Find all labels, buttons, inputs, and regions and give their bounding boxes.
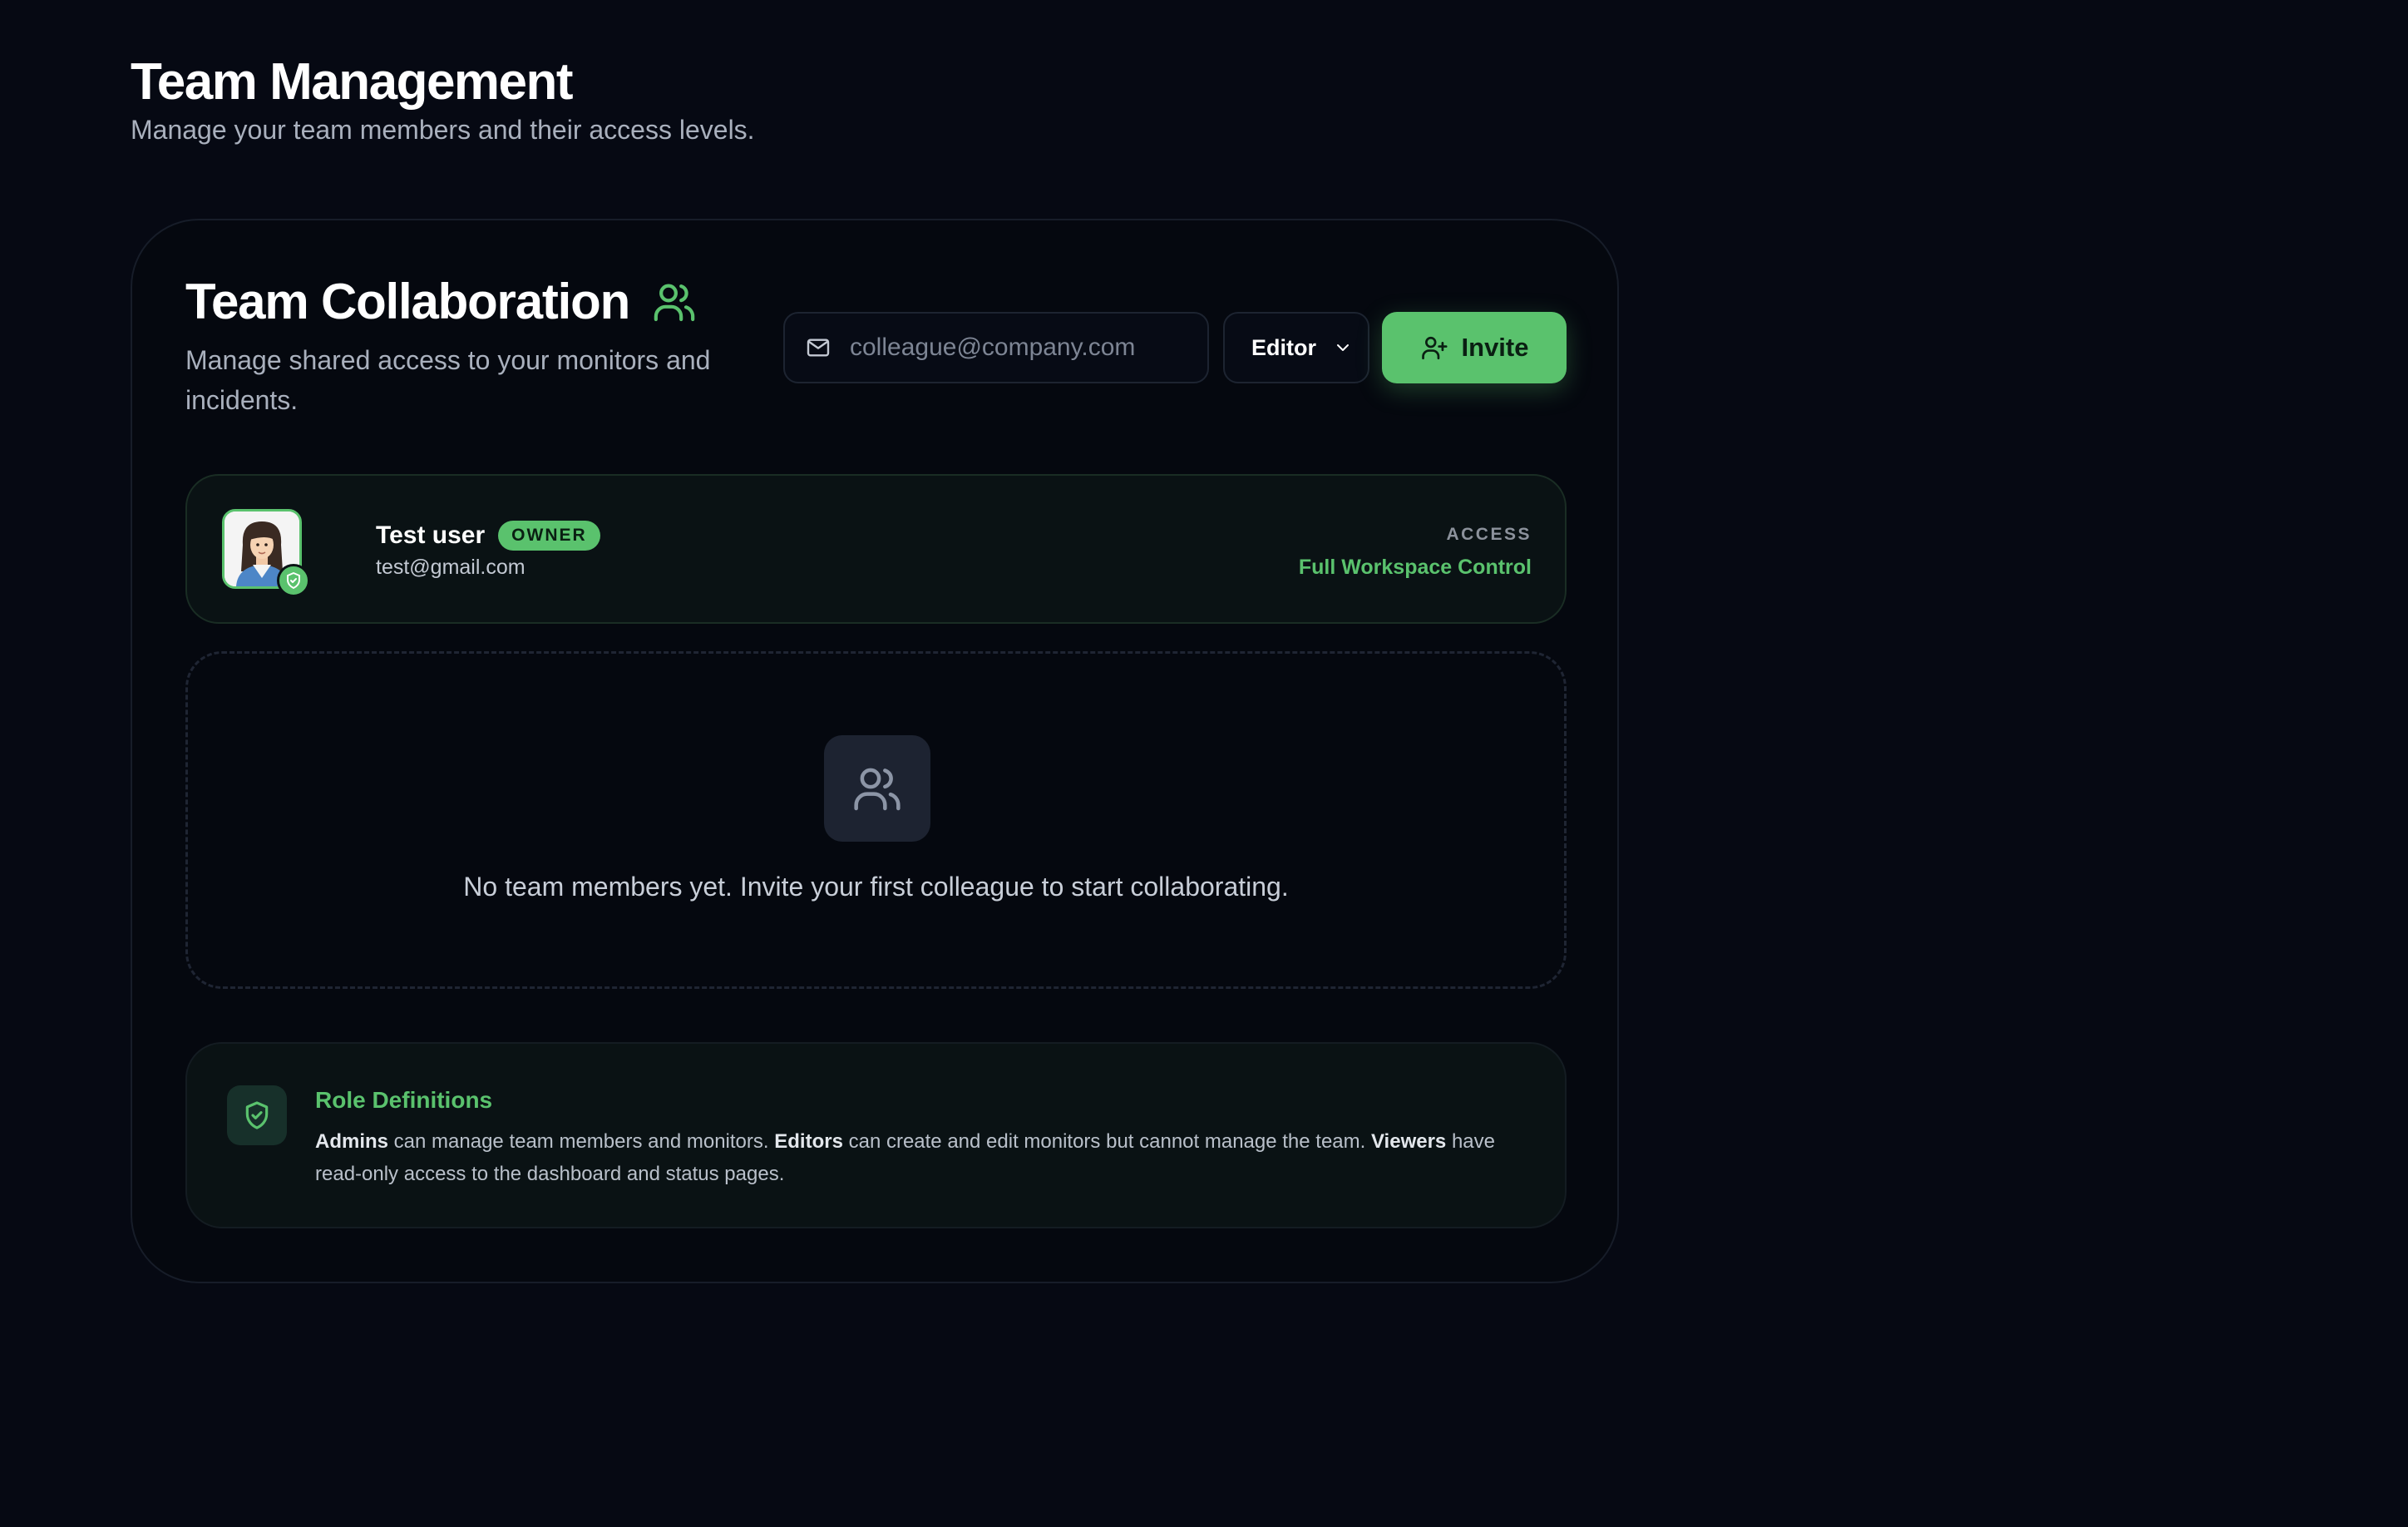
editors-term: Editors [774,1130,843,1153]
role-select-value: Editor [1251,334,1316,360]
page-subtitle: Manage your team members and their acces… [131,115,755,145]
role-definitions-title: Role Definitions [315,1087,493,1113]
empty-state-message: No team members yet. Invite your first c… [463,872,1289,902]
card-title: Team Collaboration [185,272,698,332]
card-subtitle: Manage shared access to your monitors an… [185,345,711,415]
mail-icon [807,339,830,357]
page: Team Management Manage your team members… [0,0,2408,1527]
access-value: Full Workspace Control [1298,556,1532,579]
users-icon [854,768,901,811]
role-definitions: Role Definitions Admins can manage team … [185,1042,1567,1228]
card-title-text: Team Collaboration [185,274,630,329]
page-title: Team Management [131,53,574,111]
editors-desc: can create and edit monitors but cannot … [842,1130,1371,1153]
team-collaboration-card: Team Collaboration Manage shared access … [131,219,1619,1283]
shield-check-icon [245,1101,269,1129]
member-email: test@gmail.com [376,556,526,579]
email-input[interactable] [850,334,1199,362]
email-field[interactable] [783,312,1209,383]
empty-state: No team members yet. Invite your first c… [185,651,1567,989]
role-select[interactable]: Editor [1223,312,1369,383]
admins-desc: can manage team members and monitors. [388,1130,775,1153]
chevron-down-icon [1337,344,1349,351]
admins-term: Admins [315,1130,389,1153]
user-plus-icon [1421,336,1448,360]
owner-badge: OWNER [498,521,600,551]
invite-button[interactable]: Invite [1382,312,1567,383]
role-definitions-icon-tile [227,1085,287,1145]
member-name: Test user OWNER [376,521,600,551]
users-icon [654,284,695,322]
viewers-term: Viewers [1370,1130,1447,1153]
shield-check-icon [277,564,310,597]
member-name-text: Test user [376,521,486,549]
invite-button-label: Invite [1461,333,1529,362]
access-label: ACCESS [1446,525,1532,544]
role-definitions-text: Admins can manage team members and monit… [315,1125,1537,1190]
owner-member-row: Test user OWNER test@gmail.com ACCESS Fu… [185,474,1567,624]
empty-state-icon-tile [824,735,930,842]
